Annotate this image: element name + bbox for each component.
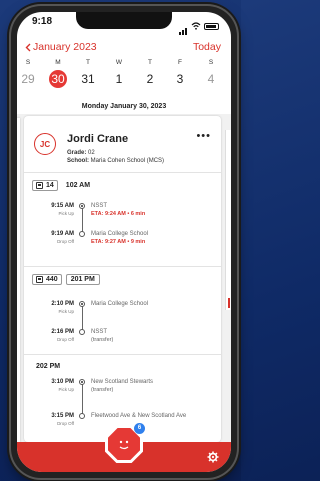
- route-time: 201 PM: [65, 274, 100, 285]
- student-grade: Grade: 02: [67, 150, 95, 156]
- divider: [24, 172, 221, 173]
- schedule-content: JC Jordi Crane ••• Grade: 02 School: Mar…: [17, 114, 231, 442]
- day-fri[interactable]: F 3: [169, 59, 191, 88]
- signal-icon: [179, 17, 188, 35]
- month-label: January 2023: [33, 41, 97, 53]
- stop-place: Maria College School: [91, 231, 149, 237]
- status-time: 9:18: [32, 16, 53, 27]
- notch: [76, 12, 172, 29]
- day-sun[interactable]: S 29: [17, 59, 39, 88]
- stop-place: NSST: [91, 203, 108, 209]
- day-wed[interactable]: W 1: [108, 59, 130, 88]
- footer-bar: 6: [17, 423, 231, 472]
- day-mon[interactable]: M 30: [47, 59, 69, 88]
- day-thu[interactable]: T 2: [139, 59, 161, 88]
- gear-icon[interactable]: [207, 451, 219, 463]
- previous-card-edge[interactable]: [17, 118, 20, 442]
- stop-place: NSST: [91, 329, 108, 335]
- route-time: 102 AM: [65, 182, 91, 189]
- app-screen: 9:18 January 2023 Today S 29 M 30 T 31 W…: [17, 12, 231, 472]
- bus-icon: [36, 182, 43, 189]
- divider: [24, 354, 221, 355]
- stop-eta: ETA: 9:24 AM • 6 min: [91, 211, 146, 217]
- avatar: JC: [34, 133, 56, 155]
- stop-place: Maria College School: [91, 301, 149, 307]
- face-icon: [119, 440, 129, 450]
- student-name: Jordi Crane: [67, 133, 129, 145]
- wifi-icon: [191, 22, 201, 30]
- route-header: 14 102 AM: [32, 180, 94, 191]
- notification-badge: 6: [134, 423, 145, 434]
- chevron-left-icon: [25, 43, 31, 51]
- stop-dot: [79, 329, 85, 335]
- today-button[interactable]: Today: [193, 41, 221, 53]
- week-strip: S 29 M 30 T 31 W 1 T 2 F 3 S 4: [17, 59, 231, 103]
- divider: [24, 266, 221, 267]
- day-sat[interactable]: S 4: [200, 59, 222, 88]
- stop-place: Fleetwood Ave & New Scotland Ave: [91, 413, 187, 419]
- route-header: 202 PM: [32, 362, 64, 371]
- bus-number[interactable]: 14: [32, 180, 58, 191]
- stop-dot: [79, 231, 85, 237]
- student-card: JC Jordi Crane ••• Grade: 02 School: Mar…: [24, 116, 221, 442]
- more-icon[interactable]: •••: [196, 130, 211, 142]
- route-line: [82, 208, 83, 232]
- route-header: 440 201 PM: [32, 274, 100, 285]
- calendar-header: January 2023 Today: [17, 36, 231, 58]
- bus-icon: [36, 276, 43, 283]
- route-time: 202 PM: [36, 363, 61, 370]
- stop-place: New Scotland Stewarts: [91, 379, 154, 385]
- stop-dot: [79, 301, 85, 307]
- month-back-button[interactable]: January 2023: [25, 41, 97, 53]
- selected-day: 30: [49, 70, 67, 88]
- battery-icon: [204, 22, 219, 30]
- stop-dot: [79, 379, 85, 385]
- stop-dot: [79, 203, 85, 209]
- student-school: School: Maria Cohen School (MCS): [67, 158, 165, 164]
- stop-note: (transfer): [91, 337, 114, 343]
- phone-frame: 9:18 January 2023 Today S 29 M 30 T 31 W…: [11, 6, 237, 478]
- stop-dot: [79, 413, 85, 419]
- day-tue[interactable]: T 31: [77, 59, 99, 88]
- stop-eta: ETA: 9:27 AM • 9 min: [91, 239, 146, 245]
- route-line: [82, 306, 83, 330]
- stop-note: (transfer): [91, 387, 114, 393]
- route-line: [82, 384, 83, 414]
- bus-number[interactable]: 440: [32, 274, 62, 285]
- next-card-edge[interactable]: [225, 130, 231, 310]
- selected-date-label: Monday January 30, 2023: [81, 103, 167, 110]
- stop-sign-button[interactable]: 6: [105, 423, 145, 463]
